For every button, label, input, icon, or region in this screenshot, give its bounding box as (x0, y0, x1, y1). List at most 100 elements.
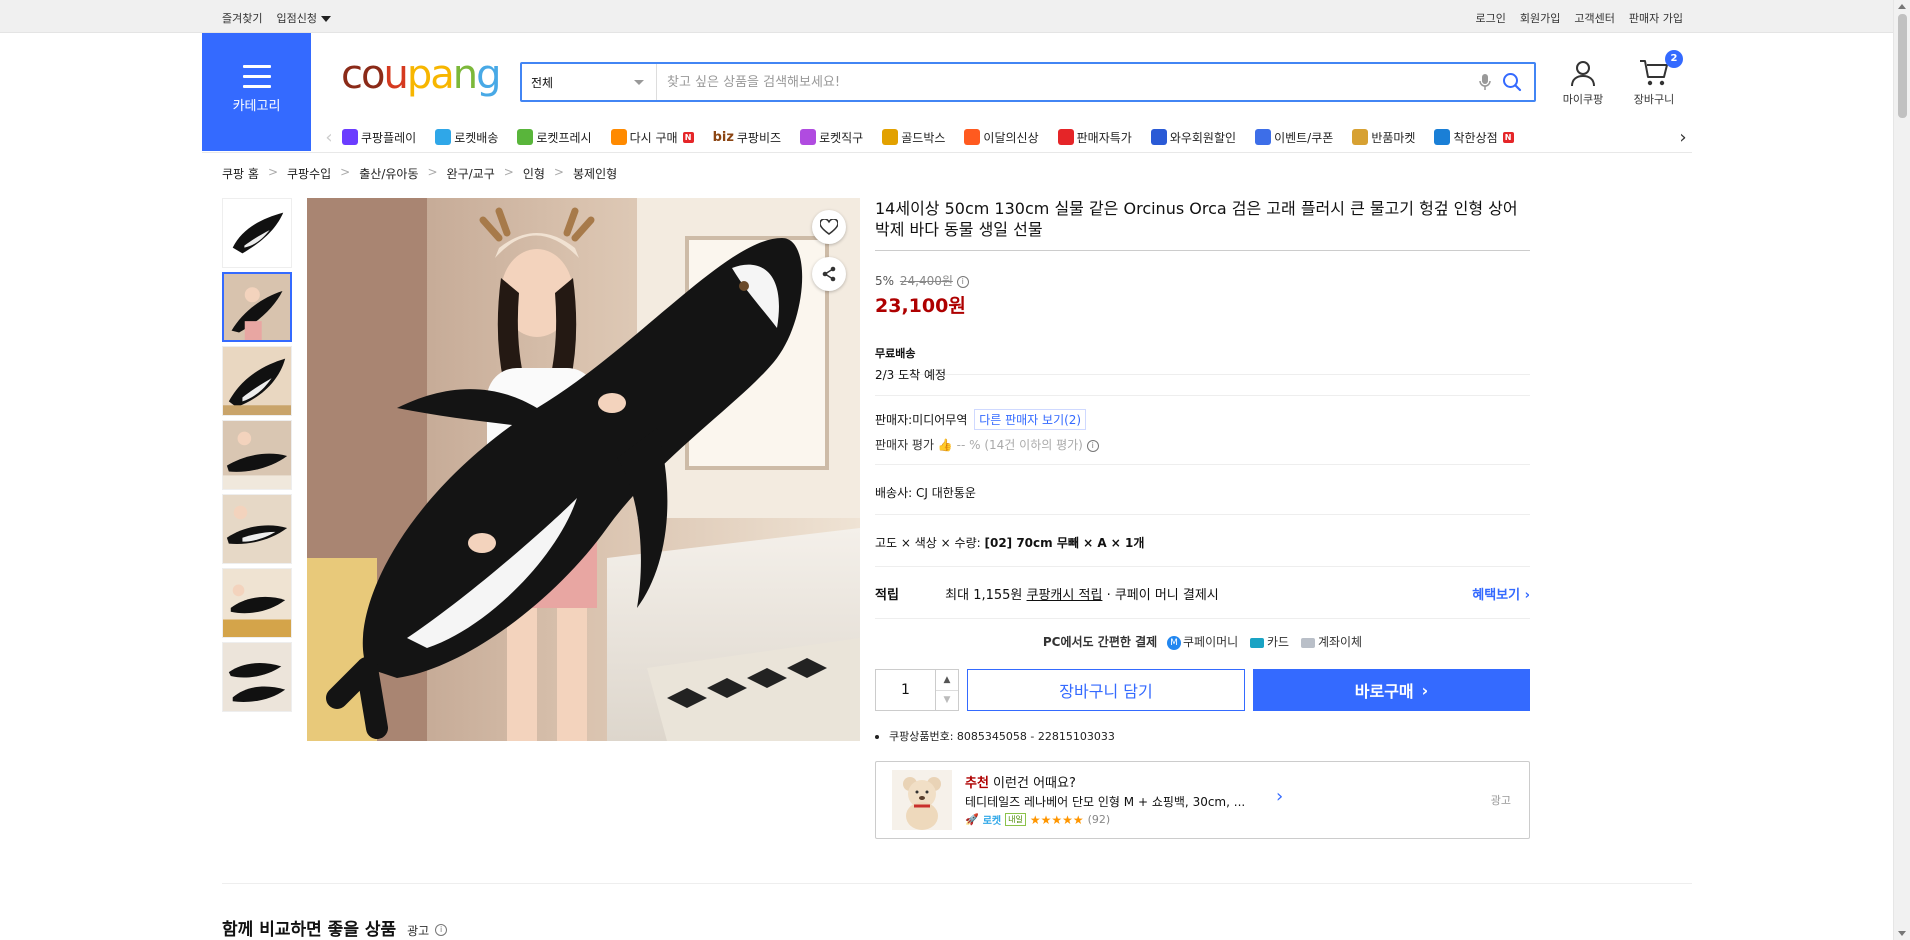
benefit-link[interactable]: 혜택보기 › (1472, 584, 1530, 603)
breadcrumb-item[interactable]: 출산/유아동 (359, 165, 418, 182)
coupang-cash-link[interactable]: 쿠팡캐시 적립 (1027, 588, 1103, 603)
mypage-button[interactable]: 마이쿠팡 (1555, 58, 1611, 107)
nav-item[interactable]: 쿠팡플레이 (342, 129, 416, 146)
chevron-right-icon[interactable]: › (1276, 786, 1283, 807)
cart-button[interactable]: 2 장바구니 (1626, 50, 1683, 107)
product-thumbnail[interactable] (222, 642, 292, 712)
nav-item[interactable]: 이달의신상 (964, 129, 1039, 146)
pay-money: 쿠페이머니 (1182, 635, 1239, 649)
breadcrumb-separator-icon: > (427, 165, 438, 179)
nav-item[interactable]: 판매자특가 (1057, 129, 1132, 146)
product-thumbnail[interactable] (222, 568, 292, 638)
breadcrumb-separator-icon: > (267, 165, 278, 179)
breadcrumb-item[interactable]: 완구/교구 (447, 165, 495, 182)
seller-rating-value: -- % (956, 438, 981, 452)
share-button[interactable] (812, 257, 846, 291)
recommendation-card[interactable]: 추천 이런건 어때요? 테디테일즈 레나베어 단모 인형 M + 쇼핑백, 30… (875, 761, 1530, 839)
signup-link[interactable]: 회원가입 (1520, 10, 1560, 26)
customer-center-link[interactable]: 고객센터 (1574, 10, 1614, 26)
breadcrumb-item[interactable]: 쿠팡수입 (287, 165, 331, 182)
product-info: 14세이상 50cm 130cm 실물 같은 Orcinus Orca 검은 고… (875, 198, 1530, 839)
info-icon[interactable]: i (435, 924, 448, 936)
product-title: 14세이상 50cm 130cm 실물 같은 Orcinus Orca 검은 고… (875, 198, 1530, 251)
nav-item-icon (1352, 129, 1369, 145)
scroll-up-icon[interactable] (1898, 4, 1906, 9)
divider (875, 464, 1530, 465)
nav-item-icon (800, 129, 817, 145)
section-divider (222, 883, 1692, 884)
quantity-up-icon[interactable]: ▲ (936, 670, 958, 691)
search-input[interactable] (657, 64, 1478, 100)
nav-item[interactable]: biz 쿠팡비즈 (713, 129, 782, 146)
nav-item[interactable]: 로켓프레시 (517, 129, 592, 146)
breadcrumb-item[interactable]: 인형 (523, 165, 545, 182)
seller-name[interactable]: 미디어무역 (912, 413, 967, 427)
nav-item[interactable]: 이벤트/쿠폰 (1255, 129, 1333, 146)
nav-item[interactable]: 로켓직구 (800, 129, 863, 146)
rocket-icon: 🚀 (965, 813, 979, 826)
product-thumbnail[interactable] (222, 420, 292, 490)
coupang-logo[interactable]: coupang (341, 55, 502, 95)
recommend-product-name[interactable]: 테디테일즈 레나베어 단모 인형 M + 쇼핑백, 30cm, ... (965, 793, 1245, 810)
nav-item[interactable]: 반품마켓 (1352, 129, 1415, 146)
divider (875, 566, 1530, 567)
scrollbar-thumb[interactable] (1898, 14, 1907, 118)
free-shipping-label: 무료배송 (875, 347, 916, 360)
product-thumbnail[interactable] (222, 198, 292, 268)
nav-prev-arrow[interactable]: ‹ (320, 127, 338, 148)
nav-item-icon (342, 129, 358, 145)
microphone-icon[interactable] (1478, 73, 1492, 91)
selected-option[interactable]: 고도 × 색상 × 수량: [02] 70cm 무빼 × A × 1개 (875, 534, 1144, 551)
header-divider (202, 152, 1692, 153)
scroll-down-icon[interactable] (1898, 931, 1906, 936)
carrier-name: CJ 대한통운 (916, 486, 976, 500)
bookmark-link[interactable]: 즐겨찾기 (222, 10, 262, 26)
page-scrollbar[interactable] (1893, 0, 1910, 940)
payment-methods: PC에서도 간편한 결제 M 쿠페이머니 카드 계좌이체 (875, 633, 1530, 650)
breadcrumb-item[interactable]: 쿠팡 홈 (222, 165, 259, 182)
breadcrumb-item[interactable]: 봉제인형 (573, 165, 617, 182)
quantity-value[interactable]: 1 (876, 670, 936, 710)
seller-rating: 판매자 평가 👍 -- % (14건 이하의 평가) i (875, 436, 1099, 453)
product-thumbnail[interactable] (222, 272, 292, 342)
nav-item[interactable]: 골드박스 (882, 129, 945, 146)
heart-icon (820, 219, 838, 235)
nav-next-arrow[interactable]: › (1674, 127, 1692, 148)
nav-item-icon (964, 129, 981, 145)
compare-section-title: 함께 비교하면 좋을 상품 광고 i (222, 915, 448, 940)
quantity-down-icon[interactable]: ▼ (936, 691, 958, 711)
product-id: 쿠팡상품번호: 8085345058 - 22815103033 (875, 728, 1115, 744)
nav-item-label: 로켓배송 (454, 130, 499, 145)
points-condition: · 쿠페이 머니 결제시 (1106, 588, 1219, 603)
seller-signup-link[interactable]: 판매자 가입 (1629, 10, 1683, 26)
product-thumbnail[interactable] (222, 494, 292, 564)
nav-item-label: 판매자특가 (1076, 130, 1132, 145)
category-menu-button[interactable]: 카테고리 (202, 33, 311, 151)
teddy-bear-image[interactable] (892, 770, 952, 830)
points-amount: 최대 1,155원 (945, 588, 1023, 603)
card-icon (1250, 637, 1265, 648)
seller-apply-link[interactable]: 입점신청 (276, 10, 331, 26)
seller-apply-label: 입점신청 (276, 12, 317, 25)
nav-item-label: 쿠팡플레이 (361, 130, 417, 145)
login-link[interactable]: 로그인 (1476, 10, 1506, 26)
search-category-select[interactable]: 전체 (522, 64, 657, 100)
info-icon[interactable]: i (1086, 439, 1099, 452)
quantity-stepper[interactable]: 1 ▲ ▼ (875, 669, 959, 711)
nav-item[interactable]: 착한상점 N (1434, 129, 1514, 146)
nav-item-label: 로켓직구 (819, 130, 864, 145)
nav-item[interactable]: 로켓배송 (435, 129, 498, 146)
nav-item-label: 착한상점 (1453, 130, 1498, 145)
nav-item[interactable]: 다시 구매 N (610, 129, 694, 146)
pay-title: PC에서도 간편한 결제 (1042, 635, 1158, 649)
product-thumbnail[interactable] (222, 346, 292, 416)
product-main-image[interactable] (307, 198, 860, 741)
info-icon[interactable]: i (956, 275, 969, 288)
search-icon[interactable] (1502, 72, 1522, 92)
add-to-cart-button[interactable]: 장바구니 담기 (967, 669, 1245, 711)
wishlist-button[interactable] (812, 210, 846, 244)
other-sellers-button[interactable]: 다른 판매자 보기(2) (974, 409, 1087, 430)
nav-item[interactable]: 와우회원할인 (1150, 129, 1236, 146)
buy-now-button[interactable]: 바로구매 › (1253, 669, 1530, 711)
search-category-value: 전체 (531, 75, 554, 90)
